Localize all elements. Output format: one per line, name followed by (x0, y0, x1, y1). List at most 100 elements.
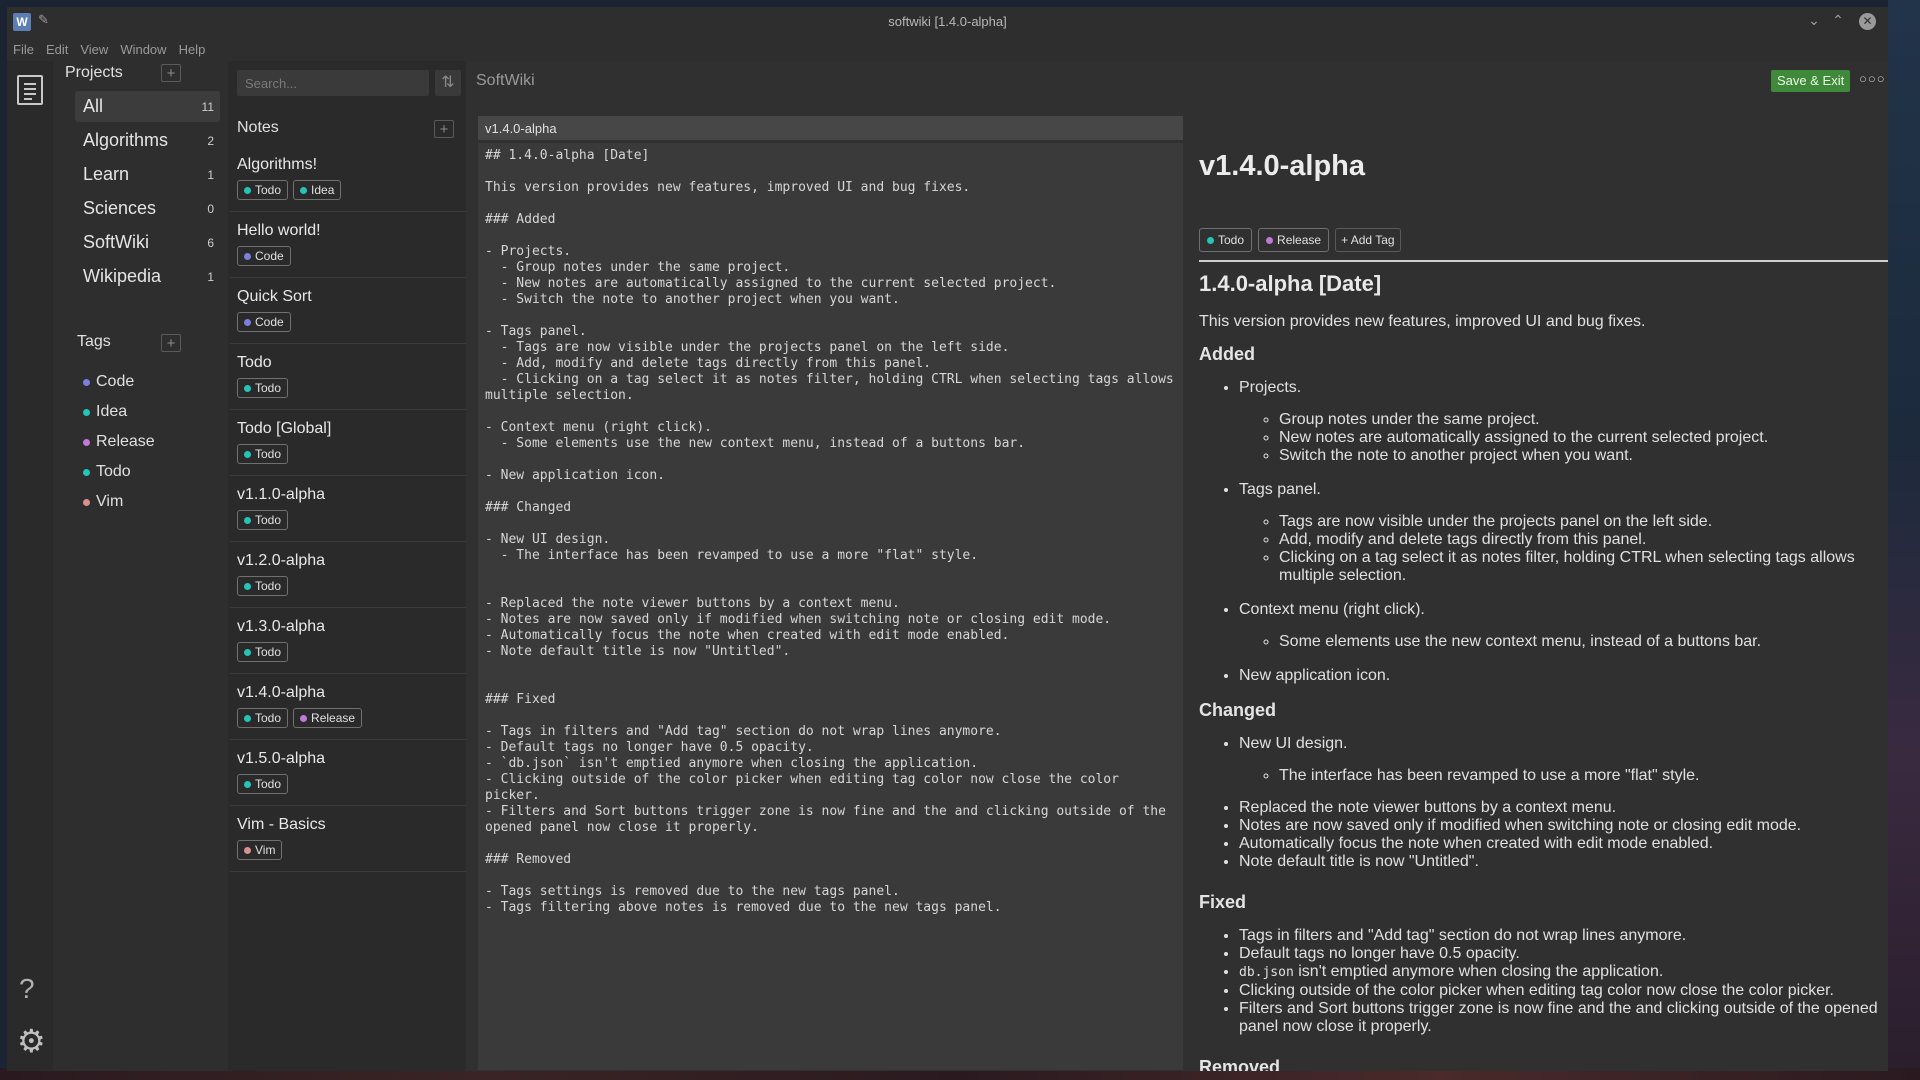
note-item-selected[interactable]: v1.4.0-alpha Todo Release (230, 674, 466, 740)
project-item-wikipedia[interactable]: Wikipedia 1 (75, 261, 220, 292)
note-item[interactable]: v1.3.0-alpha Todo (230, 608, 466, 674)
tag-chip[interactable]: Todo (237, 708, 289, 728)
menu-file[interactable]: File (13, 42, 34, 57)
tag-chip[interactable]: Code (237, 246, 291, 266)
list-item: The interface has been revamped to use a… (1279, 767, 1888, 785)
note-item[interactable]: v1.5.0-alpha Todo (230, 740, 466, 806)
tag-item-idea[interactable]: Idea (83, 403, 127, 421)
note-title: Todo [Global] (237, 420, 332, 437)
tag-chip[interactable]: Todo (237, 576, 289, 596)
note-item[interactable]: Todo [Global] Todo (230, 410, 466, 476)
minimize-icon[interactable]: ⌄ (1804, 12, 1824, 29)
add-project-button[interactable]: + (161, 64, 181, 82)
tag-color-dot (244, 450, 251, 458)
sort-icon[interactable]: ⇅ (435, 70, 461, 96)
project-name: SoftWiki (83, 232, 150, 252)
list-item: Projects. Group notes under the same pro… (1239, 379, 1888, 465)
note-tags: Todo (237, 576, 289, 596)
project-count: 11 (201, 99, 214, 114)
tag-label: Todo (96, 463, 131, 480)
note-tags: Todo (237, 444, 289, 464)
tag-item-code[interactable]: Code (83, 373, 134, 391)
tag-chip-label: Todo (255, 513, 282, 527)
tag-chip[interactable]: Idea (293, 180, 342, 200)
tag-color-dot (83, 468, 90, 476)
tag-chip-label: Todo (1218, 233, 1245, 247)
list-item: Tags in filters and "Add tag" section do… (1239, 927, 1888, 945)
menu-view[interactable]: View (80, 42, 108, 57)
tag-item-vim[interactable]: Vim (83, 493, 123, 511)
add-tag-button[interactable]: + (161, 334, 181, 352)
tag-chip[interactable]: Code (237, 312, 291, 332)
tag-chip[interactable]: Todo (1199, 228, 1253, 252)
project-item-algorithms[interactable]: Algorithms 2 (75, 125, 220, 156)
search-input[interactable] (237, 70, 429, 96)
note-item[interactable]: Quick Sort Code (230, 278, 466, 344)
notes-panel: ⇅ Notes + Algorithms! Todo Idea Hello wo… (228, 61, 466, 1071)
tag-chip[interactable]: Todo (237, 180, 289, 200)
add-note-button[interactable]: + (434, 120, 454, 138)
tag-chip[interactable]: Todo (237, 378, 289, 398)
list-item-text: Projects. (1239, 379, 1302, 396)
added-list: Projects. Group notes under the same pro… (1199, 379, 1888, 685)
note-item[interactable]: v1.1.0-alpha Todo (230, 476, 466, 542)
list-item: Group notes under the same project. (1279, 411, 1888, 429)
tag-chip-label: Todo (255, 183, 282, 197)
tag-chip[interactable]: Release (293, 708, 363, 728)
close-icon[interactable]: ✕ (1859, 13, 1876, 30)
project-item-softwiki[interactable]: SoftWiki 6 (75, 227, 220, 258)
project-item-all[interactable]: All 11 (75, 91, 220, 122)
projects-panel: Projects + All 11 Algorithms 2 Learn 1 S… (53, 61, 228, 1071)
note-item[interactable]: Todo Todo (230, 344, 466, 410)
note-title: Todo (237, 354, 272, 371)
fixed-list: Tags in filters and "Add tag" section do… (1199, 927, 1888, 1036)
more-options-icon[interactable]: ○○○ (1859, 71, 1886, 86)
tag-color-dot (300, 186, 308, 194)
help-icon[interactable]: ? (19, 973, 35, 1005)
list-item: Add, modify and delete tags directly fro… (1279, 531, 1888, 549)
markdown-editor[interactable]: ## 1.4.0-alpha [Date] This version provi… (478, 143, 1183, 1070)
maximize-icon[interactable]: ⌃ (1828, 12, 1848, 29)
list-item: New UI design. The interface has been re… (1239, 735, 1888, 785)
section-heading-changed: Changed (1199, 700, 1277, 720)
note-title: Vim - Basics (237, 816, 326, 833)
tag-chip[interactable]: Todo (237, 444, 289, 464)
project-name: Wikipedia (83, 266, 162, 286)
project-item-sciences[interactable]: Sciences 0 (75, 193, 220, 224)
list-item: Default tags no longer have 0.5 opacity. (1239, 945, 1888, 963)
add-tag-button[interactable]: + Add Tag (1335, 228, 1401, 252)
notes-icon[interactable] (17, 75, 43, 105)
list-item: Some elements use the new context menu, … (1279, 633, 1888, 651)
gear-icon[interactable]: ⚙ (17, 1025, 46, 1057)
projects-header: Projects (65, 64, 123, 81)
tag-chip[interactable]: Todo (237, 510, 289, 530)
menu-help[interactable]: Help (179, 42, 206, 57)
title-bar: W ✎ softwiki [1.4.0-alpha] ⌄ ⌃ ✕ (7, 7, 1888, 37)
note-item[interactable]: Algorithms! Todo Idea (230, 146, 466, 212)
tag-chip[interactable]: Release (1258, 228, 1330, 252)
note-title: v1.3.0-alpha (237, 618, 326, 635)
tag-chip[interactable]: Todo (237, 642, 289, 662)
tag-chip[interactable]: Vim (237, 840, 283, 860)
project-name: Learn (83, 164, 130, 184)
tag-item-todo[interactable]: Todo (83, 463, 131, 481)
project-item-learn[interactable]: Learn 1 (75, 159, 220, 190)
tag-chip-label: Todo (255, 645, 282, 659)
note-item[interactable]: Hello world! Code (230, 212, 466, 278)
note-item[interactable]: Vim - Basics Vim (230, 806, 466, 872)
note-tags: Code (237, 312, 291, 332)
tag-item-release[interactable]: Release (83, 433, 155, 451)
list-item: Context menu (right click). Some element… (1239, 601, 1888, 651)
note-title: v1.4.0-alpha (237, 684, 326, 701)
tag-color-dot (244, 780, 251, 788)
save-exit-button[interactable]: Save & Exit (1771, 70, 1851, 92)
tag-color-dot (300, 714, 308, 722)
menu-edit[interactable]: Edit (46, 42, 68, 57)
tag-chip[interactable]: Todo (237, 774, 289, 794)
note-item[interactable]: v1.2.0-alpha Todo (230, 542, 466, 608)
menu-window[interactable]: Window (120, 42, 166, 57)
note-title-field[interactable] (478, 116, 1183, 140)
tag-label: Idea (96, 403, 128, 420)
tag-color-dot (244, 186, 251, 194)
list-item: Switch the note to another project when … (1279, 447, 1888, 465)
